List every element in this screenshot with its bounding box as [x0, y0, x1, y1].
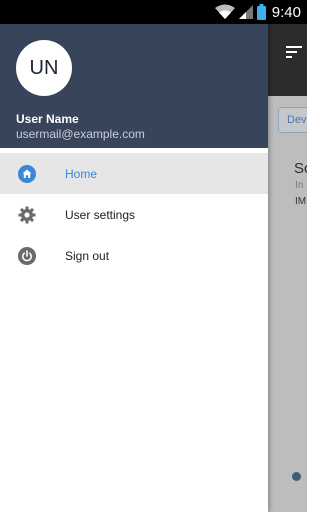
background-card-title: Sc [294, 160, 307, 177]
background-card-tag: IM [295, 196, 307, 207]
nav-item-label: User settings [65, 207, 136, 222]
background-toolbar [268, 24, 307, 96]
signal-icon [238, 5, 253, 19]
battery-icon [256, 4, 266, 20]
user-email: usermail@example.com [16, 127, 145, 141]
nav-item-label: Home [65, 166, 98, 181]
status-bar: 9:40 [0, 0, 307, 24]
power-icon [18, 247, 36, 265]
background-app: Dev Sc In IM [268, 24, 307, 512]
avatar[interactable]: UN [16, 40, 72, 96]
background-card-subtitle: In [295, 180, 304, 191]
gear-icon [18, 206, 36, 224]
background-dot [292, 472, 301, 481]
nav-item-home[interactable]: Home [0, 153, 268, 194]
status-time: 9:40 [271, 3, 301, 21]
nav-item-sign-out[interactable]: Sign out [0, 235, 268, 276]
wifi-icon [214, 4, 235, 19]
nav-list: Home User settings Sign out [0, 153, 268, 276]
filter-icon[interactable] [286, 46, 302, 58]
home-icon [18, 165, 36, 183]
status-icons: 9:40 [214, 0, 301, 24]
user-name: User Name [16, 112, 79, 126]
nav-item-label: Sign out [65, 248, 110, 263]
background-chip[interactable]: Dev [278, 107, 307, 133]
background-content: Dev Sc In IM [268, 96, 307, 512]
navigation-drawer: UN User Name usermail@example.com Home U… [0, 24, 268, 512]
drawer-header: UN User Name usermail@example.com [0, 24, 268, 148]
nav-item-user-settings[interactable]: User settings [0, 194, 268, 235]
